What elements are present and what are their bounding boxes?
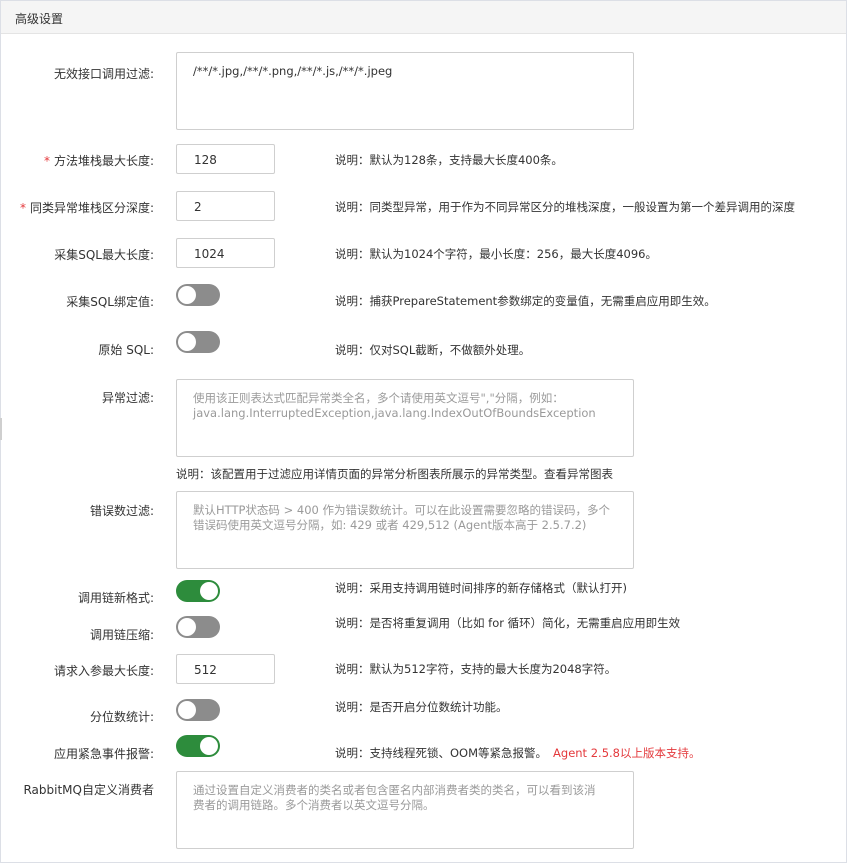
trace-new-format-toggle[interactable] — [176, 580, 220, 602]
emergency-alert-version-note: Agent 2.5.8以上版本支持。 — [553, 746, 701, 760]
sql-binding-values-toggle[interactable] — [176, 284, 220, 306]
toggle-knob — [200, 737, 218, 755]
trace-new-format-label: 调用链新格式: — [77, 591, 154, 605]
exception-filter-textarea[interactable]: 使用该正则表达式匹配异常类全名，多个请使用英文逗号","分隔，例如： java.… — [176, 379, 634, 457]
rabbitmq-consumer-placeholder-line-2: 费者的调用链路。多个消费者以英文逗号分隔。 — [193, 798, 435, 812]
emergency-alert-description: 说明：支持线程死锁、OOM等紧急报警。 Agent 2.5.8以上版本支持。 — [335, 745, 701, 761]
same-exception-stack-depth-input[interactable]: 2 — [176, 191, 275, 221]
invalid-api-filter-value: /**/*.jpg,/**/*.png,/**/*.js,/**/*.jpeg — [193, 64, 393, 78]
sql-binding-values-label: 采集SQL绑定值: — [66, 295, 154, 309]
percentile-stats-description: 说明：是否开启分位数统计功能。 — [335, 700, 508, 714]
method-stack-max-length-input[interactable]: 128 — [176, 144, 275, 174]
invalid-api-filter-label: 无效接口调用过滤: — [53, 67, 154, 81]
sql-max-length-description: 说明：默认为1024个字符，最小长度：256，最大长度4096。 — [335, 247, 657, 261]
emergency-alert-toggle[interactable] — [176, 735, 220, 757]
same-exception-stack-depth-label-text: 同类异常堆栈区分深度: — [29, 201, 154, 215]
percentile-stats-label: 分位数统计: — [89, 710, 154, 724]
error-count-filter-label: 错误数过滤: — [89, 504, 154, 518]
rabbitmq-consumer-textarea[interactable]: 通过设置自定义消费者的类名或者包含匿名内部消费者类的类名，可以看到该消 费者的调… — [176, 771, 634, 849]
error-count-filter-placeholder-line-2: 错误码使用英文逗号分隔，如: 429 或者 429,512 (Agent版本高于… — [193, 518, 587, 532]
error-count-filter-textarea[interactable]: 默认HTTP状态码 > 400 作为错误数统计。可以在此设置需要忽略的错误码，多… — [176, 491, 634, 569]
rabbitmq-consumer-placeholder-line-1: 通过设置自定义消费者的类名或者包含匿名内部消费者类的类名，可以看到该消 — [193, 783, 596, 797]
trace-new-format-description: 说明：采用支持调用链时间排序的新存储格式（默认打开) — [335, 581, 627, 595]
request-param-max-length-input[interactable]: 512 — [176, 654, 275, 684]
exception-filter-placeholder-line-2: java.lang.InterruptedException,java.lang… — [193, 406, 596, 420]
request-param-max-length-label: 请求入参最大长度: — [53, 664, 154, 678]
scroll-edge-marker — [0, 418, 2, 440]
same-exception-stack-depth-label: * 同类异常堆栈区分深度: — [20, 199, 154, 216]
trace-compression-description: 说明：是否将重复调用（比如 for 循环）简化，无需重启应用即生效 — [335, 616, 681, 630]
toggle-knob — [178, 333, 196, 351]
trace-compression-toggle[interactable] — [176, 616, 220, 638]
method-stack-max-length-description: 说明：默认为128条，支持最大长度400条。 — [335, 153, 563, 167]
toggle-knob — [178, 286, 196, 304]
required-mark: * — [43, 154, 50, 168]
toggle-knob — [178, 701, 196, 719]
same-exception-stack-depth-description: 说明：同类型异常，用于作为不同异常区分的堆栈深度，一般设置为第一个差异调用的深度 — [335, 200, 795, 214]
required-mark: * — [19, 201, 26, 215]
method-stack-max-length-label: * 方法堆栈最大长度: — [44, 152, 154, 169]
trace-compression-label: 调用链压缩: — [89, 628, 154, 642]
emergency-alert-label: 应用紧急事件报警: — [53, 747, 154, 761]
sql-max-length-input[interactable]: 1024 — [176, 238, 275, 268]
panel-title: 高级设置 — [15, 12, 64, 26]
sql-binding-values-description: 说明：捕获PrepareStatement参数绑定的变量值，无需重启应用即生效。 — [335, 294, 716, 308]
exception-filter-description: 说明：该配置用于过滤应用详情页面的异常分析图表所展示的异常类型。查看异常图表 — [176, 467, 613, 481]
percentile-stats-toggle[interactable] — [176, 699, 220, 721]
panel-header: 高级设置 — [1, 1, 846, 34]
toggle-knob — [178, 618, 196, 636]
rabbitmq-consumer-label: RabbitMQ自定义消费者 — [23, 783, 154, 797]
invalid-api-filter-textarea[interactable]: /**/*.jpg,/**/*.png,/**/*.js,/**/*.jpeg — [176, 52, 634, 130]
method-stack-max-length-label-text: 方法堆栈最大长度: — [53, 154, 154, 168]
request-param-max-length-description: 说明：默认为512字符，支持的最大长度为2048字符。 — [335, 662, 617, 676]
raw-sql-toggle[interactable] — [176, 331, 220, 353]
raw-sql-label: 原始 SQL: — [98, 343, 154, 357]
toggle-knob — [200, 582, 218, 600]
exception-filter-label: 异常过滤: — [101, 391, 154, 405]
error-count-filter-placeholder-line-1: 默认HTTP状态码 > 400 作为错误数统计。可以在此设置需要忽略的错误码，多… — [193, 503, 610, 517]
raw-sql-description: 说明：仅对SQL截断，不做额外处理。 — [335, 343, 531, 357]
sql-max-length-label: 采集SQL最大长度: — [54, 248, 154, 262]
emergency-alert-description-text: 说明：支持线程死锁、OOM等紧急报警。 — [335, 746, 548, 760]
exception-filter-placeholder-line-1: 使用该正则表达式匹配异常类全名，多个请使用英文逗号","分隔，例如： — [193, 391, 564, 405]
